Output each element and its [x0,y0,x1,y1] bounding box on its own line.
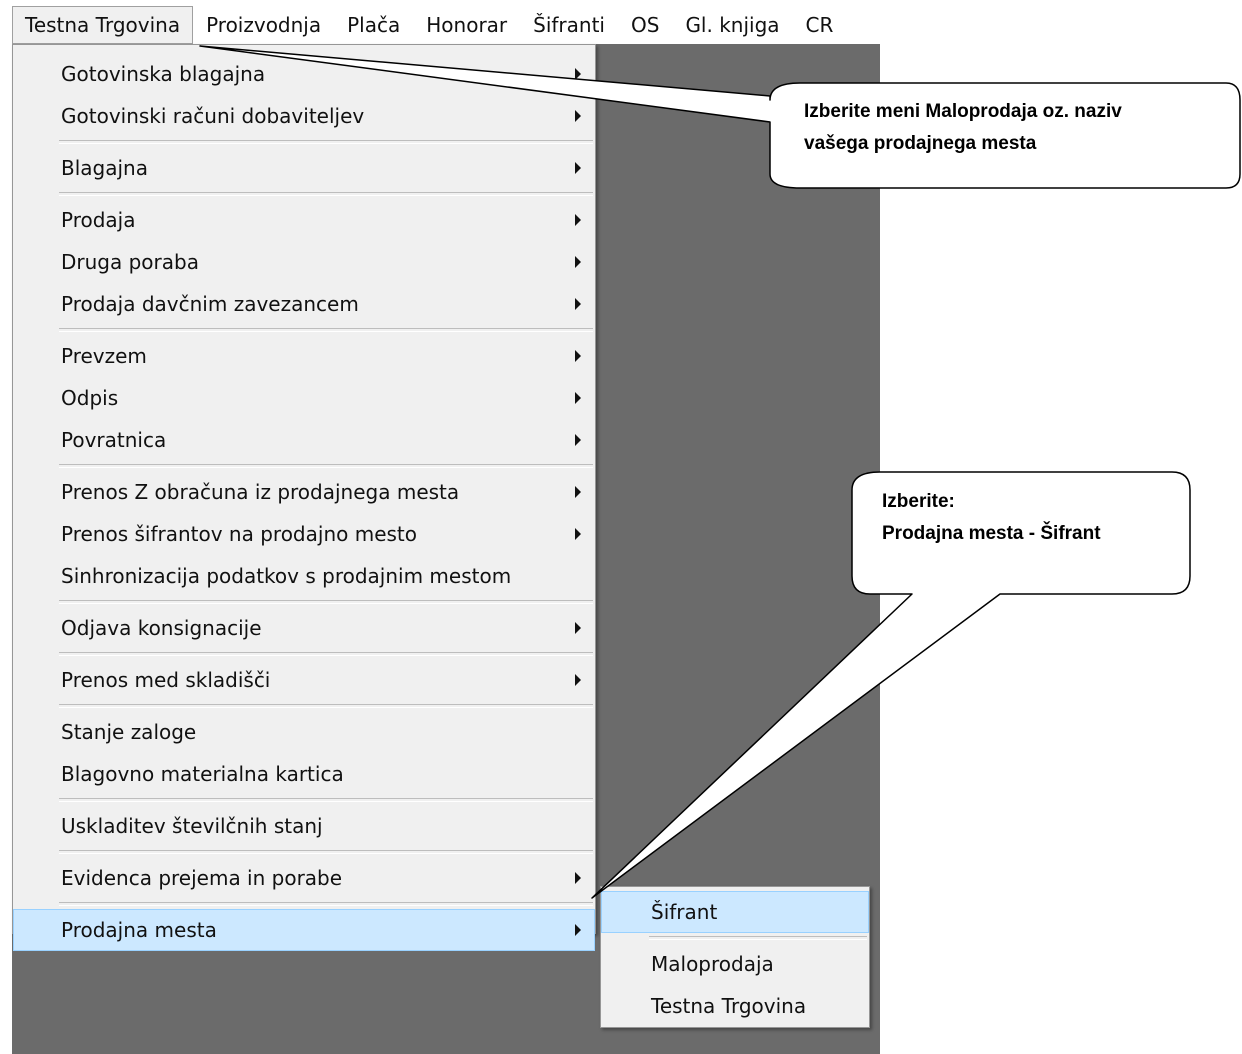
menu-item-gotovinska-blagajna[interactable]: Gotovinska blagajna [13,53,595,95]
submenu-arrow-icon [575,68,581,80]
submenu-arrow-icon [575,528,581,540]
callout-bottom-line2: Prodajna mesta - Šifrant [882,523,1101,544]
menu-item-label: Gotovinska blagajna [61,62,266,86]
submenu-arrow-icon [575,350,581,362]
menu-separator [59,600,593,604]
submenu-arrow-icon [575,162,581,174]
menu-item-label: Prodaja davčnim zavezancem [61,292,359,316]
menubar-item-sifranti[interactable]: Šifranti [520,6,618,44]
menu-item-label: Sinhronizacija podatkov s prodajnim mest… [61,564,512,588]
menu-item-prevzem[interactable]: Prevzem [13,335,595,377]
menu-item-label: Uskladitev številčnih stanj [61,814,323,838]
submenu-item-label: Šifrant [651,900,718,924]
submenu-item-label: Testna Trgovina [651,994,807,1018]
menu-item-label: Prevzem [61,344,147,368]
menu-item-label: Prenos šifrantov na prodajno mesto [61,522,417,546]
menu-item-odjava-konsignacije[interactable]: Odjava konsignacije [13,607,595,649]
menu-separator [59,140,593,144]
screen: Testna Trgovina Proizvodnja Plača Honora… [0,0,1242,1054]
menu-separator [59,798,593,802]
submenu-arrow-icon [575,674,581,686]
menu-item-label: Blagovno materialna kartica [61,762,344,786]
menu-item-stanje-zaloge[interactable]: Stanje zaloge [13,711,595,753]
menubar-item-os[interactable]: OS [618,6,672,44]
submenu-arrow-icon [575,924,581,936]
menu-item-label: Stanje zaloge [61,720,197,744]
menu-item-prodajna-mesta[interactable]: Prodajna mesta [13,909,595,951]
callout-top-line2: vašega prodajnega mesta [804,133,1037,154]
menu-bar: Testna Trgovina Proizvodnja Plača Honora… [12,6,880,44]
submenu-arrow-icon [575,298,581,310]
menubar-item-placa[interactable]: Plača [334,6,413,44]
menu-item-label: Prodajna mesta [61,918,217,942]
menubar-item-cr[interactable]: CR [793,6,846,44]
submenu-arrow-icon [575,434,581,446]
menu-item-label: Prenos Z obračuna iz prodajnega mesta [61,480,460,504]
menu-item-label: Odpis [61,386,119,410]
menu-item-blagovno-materialna-kartica[interactable]: Blagovno materialna kartica [13,753,595,795]
menu-item-label: Odjava konsignacije [61,616,262,640]
menu-item-evidenca-prejema[interactable]: Evidenca prejema in porabe [13,857,595,899]
menu-item-label: Blagajna [61,156,148,180]
submenu-item-label: Maloprodaja [651,952,774,976]
callout-top-line1: Izberite meni Maloprodaja oz. naziv [804,101,1122,122]
submenu-arrow-icon [575,110,581,122]
submenu-arrow-icon [575,256,581,268]
callout-bottom-line1: Izberite: [882,491,955,512]
menu-separator [649,936,867,940]
submenu-arrow-icon [575,486,581,498]
menu-separator [59,850,593,854]
submenu-arrow-icon [575,872,581,884]
menu-item-prenos-z-obracuna[interactable]: Prenos Z obračuna iz prodajnega mesta [13,471,595,513]
menu-separator [59,652,593,656]
submenu-arrow-icon [575,392,581,404]
menu-item-prodaja[interactable]: Prodaja [13,199,595,241]
submenu-item-maloprodaja[interactable]: Maloprodaja [601,943,869,985]
menu-separator [59,328,593,332]
menu-item-povratnica[interactable]: Povratnica [13,419,595,461]
submenu-arrow-icon [575,622,581,634]
menu-item-prodaja-davcnim[interactable]: Prodaja davčnim zavezancem [13,283,595,325]
menu-item-label: Druga poraba [61,250,199,274]
menubar-item-honorar[interactable]: Honorar [413,6,520,44]
menu-separator [59,464,593,468]
menu-item-prenos-med-skladisci[interactable]: Prenos med skladišči [13,659,595,701]
callout-top-text: Izberite meni Maloprodaja oz. naziv vaše… [804,96,1122,160]
menubar-item-proizvodnja[interactable]: Proizvodnja [193,6,334,44]
dropdown-menu: Gotovinska blagajna Gotovinski računi do… [12,44,596,951]
menu-item-uskladitev[interactable]: Uskladitev številčnih stanj [13,805,595,847]
menu-item-label: Evidenca prejema in porabe [61,866,343,890]
callout-bottom-text: Izberite: Prodajna mesta - Šifrant [882,486,1101,550]
menu-separator [59,704,593,708]
menubar-item-testna-trgovina[interactable]: Testna Trgovina [12,6,194,44]
menu-item-label: Prenos med skladišči [61,668,271,692]
menu-item-prenos-sifrantov[interactable]: Prenos šifrantov na prodajno mesto [13,513,595,555]
submenu-item-testna-trgovina[interactable]: Testna Trgovina [601,985,869,1027]
submenu-prodajna-mesta: Šifrant Maloprodaja Testna Trgovina [600,886,870,1028]
menu-item-odpis[interactable]: Odpis [13,377,595,419]
menu-item-sinhronizacija[interactable]: Sinhronizacija podatkov s prodajnim mest… [13,555,595,597]
menu-item-druga-poraba[interactable]: Druga poraba [13,241,595,283]
menu-item-blagajna[interactable]: Blagajna [13,147,595,189]
menu-item-label: Prodaja [61,208,136,232]
submenu-arrow-icon [575,214,581,226]
menu-item-label: Gotovinski računi dobaviteljev [61,104,365,128]
menu-item-label: Povratnica [61,428,167,452]
menu-separator [59,902,593,906]
menu-separator [59,192,593,196]
submenu-item-sifrant[interactable]: Šifrant [601,891,869,933]
menu-item-gotovinski-racuni[interactable]: Gotovinski računi dobaviteljev [13,95,595,137]
menubar-item-gl-knjiga[interactable]: Gl. knjiga [672,6,792,44]
